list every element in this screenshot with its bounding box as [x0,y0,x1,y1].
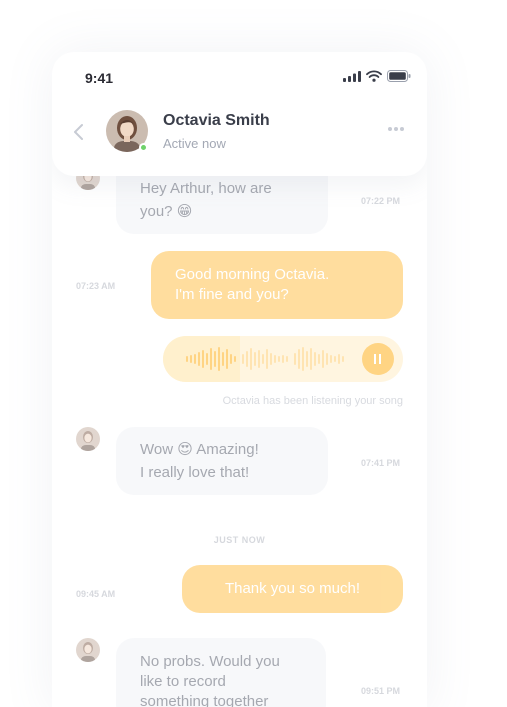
contact-avatar [76,638,100,662]
message-time: 07:41 PM [361,458,401,468]
online-status-indicator [139,143,148,152]
message-bubble-incoming[interactable]: Wow 😍 Amazing! I really love that! [116,427,328,495]
message-text: No probs. Would you [140,653,280,670]
day-separator: JUST NOW [213,535,266,545]
wifi-icon [366,70,382,82]
message-text: Wow 😍 Amazing! [140,441,259,458]
message-bubble-incoming[interactable]: Hey Arthur, how are you? 😁 [116,166,328,234]
message-bubble-outgoing[interactable]: Thank you so much! [182,565,403,613]
pause-button[interactable] [362,343,394,375]
message-text: you? 😁 [140,203,193,220]
status-time: 9:41 [85,70,114,86]
message-time: 09:51 PM [361,686,401,696]
message-text: something together [140,693,269,707]
pause-icon [379,354,381,364]
contact-avatar [76,427,100,451]
back-button[interactable] [72,122,86,142]
voice-message[interactable] [163,336,403,382]
contact-name: Octavia Smith [163,112,270,129]
more-icon [388,127,404,131]
message-text: Thank you so much! [224,580,361,597]
waveform-icon [186,347,344,371]
message-text: like to record [140,673,226,690]
battery-icon [387,70,411,82]
pause-icon [374,354,376,364]
message-text: Hey Arthur, how are [140,180,272,197]
message-bubble-incoming[interactable]: No probs. Would you like to record somet… [116,638,326,707]
chevron-left-icon [74,124,83,140]
message-text: Good morning Octavia. [175,266,330,283]
message-bubble-outgoing[interactable]: Good morning Octavia. I'm fine and you? [151,251,403,319]
chat-header: 9:41 Octavia Smith Active now [52,52,427,176]
message-time: 07:23 AM [76,281,116,291]
contact-status: Active now [163,136,226,151]
more-options-button[interactable] [387,125,405,133]
message-time: 07:22 PM [361,196,401,206]
message-text: I'm fine and you? [175,286,289,303]
status-icons [343,70,411,82]
message-time: 09:45 AM [76,589,116,599]
signal-icon [343,70,361,82]
message-text: I really love that! [140,464,250,481]
listening-note: Octavia has been listening your song [222,395,403,407]
phone-screen: Hey Arthur, how are you? 😁 07:22 PM 07:2… [52,52,427,707]
